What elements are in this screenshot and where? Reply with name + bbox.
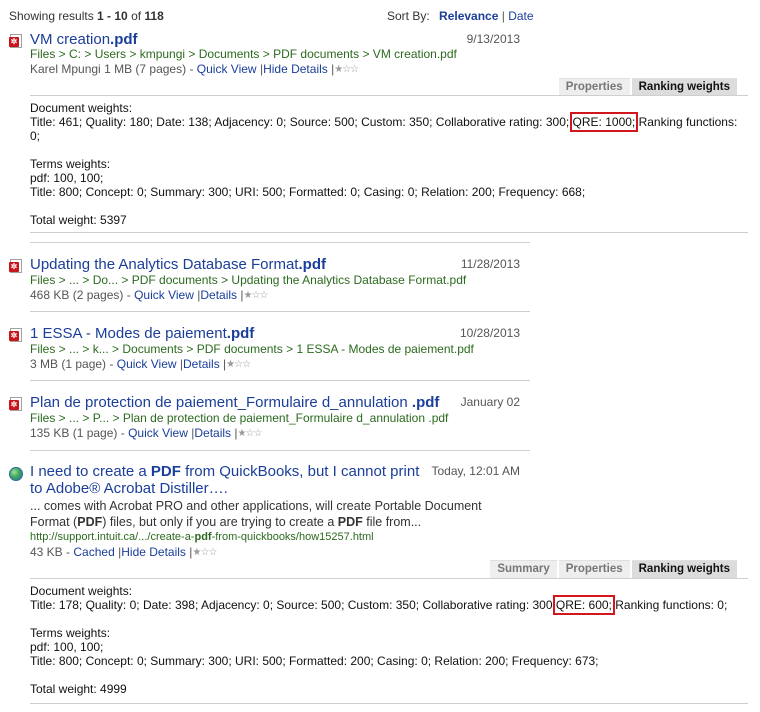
star-rating-icon[interactable]: ★☆☆ xyxy=(192,546,217,560)
result-path: Files > C: > Users > kmpungi > Documents… xyxy=(30,47,457,61)
result-title-link[interactable]: 1 ESSA - Modes de paiement.pdf xyxy=(30,325,254,342)
qre-weight: QRE: 1000; xyxy=(569,112,639,132)
result-meta: 468 KB (2 pages) - Quick View |Details |… xyxy=(30,288,269,303)
ranking-weights-panel: Document weights: Title: 178; Quality: 0… xyxy=(30,584,745,696)
details-link[interactable]: Details xyxy=(194,426,231,440)
terms-weights-label: Terms weights: xyxy=(30,157,111,171)
result-title-link[interactable]: Plan de protection de paiement_Formulair… xyxy=(30,394,439,411)
search-result: ✲ 1 ESSA - Modes de paiement.pdf 10/28/2… xyxy=(9,325,749,375)
star-rating-icon[interactable]: ★☆☆ xyxy=(226,358,251,372)
result-date: Today, 12:01 AM xyxy=(431,464,521,478)
result-url[interactable]: http://support.intuit.ca/.../create-a-pd… xyxy=(30,530,374,544)
result-date: January 02 xyxy=(460,395,520,409)
result-divider xyxy=(30,311,530,312)
pdf-file-icon: ✲ xyxy=(9,259,23,274)
result-title-link[interactable]: Updating the Analytics Database Format.p… xyxy=(30,256,326,273)
tab-properties[interactable]: Properties xyxy=(558,560,630,578)
result-divider xyxy=(30,703,748,704)
details-link[interactable]: Details xyxy=(183,357,220,371)
tab-underline xyxy=(30,95,748,96)
hide-details-link[interactable]: Hide Details xyxy=(121,545,186,559)
tab-summary[interactable]: Summary xyxy=(490,560,557,578)
result-path: Files > ... > k... > Documents > PDF doc… xyxy=(30,342,474,356)
result-divider xyxy=(30,450,530,451)
pdf-file-icon: ✲ xyxy=(9,34,23,49)
total-weight: Total weight: 5397 xyxy=(30,213,127,227)
total-weight: Total weight: 4999 xyxy=(30,682,127,696)
result-divider xyxy=(30,242,530,243)
sort-by: Sort By: Relevance | Date xyxy=(387,9,534,23)
qre-weight: QRE: 600; xyxy=(552,595,615,615)
results-count: Showing results 1 - 10 of 118 xyxy=(9,9,164,23)
search-result: ✲ Plan de protection de paiement_Formula… xyxy=(9,394,749,444)
star-rating-icon[interactable]: ★☆☆ xyxy=(244,289,269,303)
star-rating-icon[interactable]: ★☆☆ xyxy=(238,427,263,441)
result-path: Files > ... > Do... > PDF documents > Up… xyxy=(30,273,467,287)
tab-properties[interactable]: Properties xyxy=(558,78,630,96)
terms-weights-label: Terms weights: xyxy=(30,626,111,640)
cached-link[interactable]: Cached xyxy=(73,545,114,559)
star-rating-icon[interactable]: ★☆☆ xyxy=(334,63,359,77)
results-header: Showing results 1 - 10 of 118 Sort By: R… xyxy=(9,9,749,25)
sort-relevance-link[interactable]: Relevance xyxy=(439,9,498,23)
result-meta: 135 KB (1 page) - Quick View |Details |★… xyxy=(30,426,263,441)
quick-view-link[interactable]: Quick View xyxy=(134,288,194,302)
search-result: I need to create a PDF from QuickBooks, … xyxy=(9,463,749,578)
tab-ranking-weights[interactable]: Ranking weights xyxy=(631,78,737,96)
ranking-weights-panel: Document weights: Title: 461; Quality: 1… xyxy=(30,101,745,227)
web-page-icon xyxy=(9,467,23,481)
pdf-file-icon: ✲ xyxy=(9,397,23,412)
sort-date-link[interactable]: Date xyxy=(508,9,533,23)
doc-weights-label: Document weights: xyxy=(30,101,133,115)
result-date: 10/28/2013 xyxy=(459,326,520,340)
sort-label: Sort By: xyxy=(387,9,430,23)
doc-weights-values: Title: 461; Quality: 180; Date: 138; Adj… xyxy=(30,112,738,132)
quick-view-link[interactable]: Quick View xyxy=(117,357,177,371)
result-path: Files > ... > P... > Plan de protection … xyxy=(30,411,449,425)
result-divider xyxy=(30,380,530,381)
result-meta: Karel Mpungi 1 MB (7 pages) - Quick View… xyxy=(30,62,359,77)
result-snippet: ... comes with Acrobat PRO and other app… xyxy=(30,499,482,529)
result-date: 11/28/2013 xyxy=(460,257,520,271)
doc-weights-label: Document weights: xyxy=(30,584,133,598)
quick-view-link[interactable]: Quick View xyxy=(128,426,188,440)
tab-ranking-weights[interactable]: Ranking weights xyxy=(631,560,737,578)
doc-weights-values: Title: 178; Quality: 0; Date: 398; Adjac… xyxy=(30,595,728,615)
search-result: ✲ Updating the Analytics Database Format… xyxy=(9,256,749,306)
hide-details-link[interactable]: Hide Details xyxy=(263,62,328,76)
quick-view-link[interactable]: Quick View xyxy=(197,62,257,76)
result-divider xyxy=(30,232,748,233)
details-tabs: Properties Ranking weights xyxy=(557,78,737,96)
result-meta: 43 KB - Cached |Hide Details |★☆☆ xyxy=(30,545,217,560)
details-link[interactable]: Details xyxy=(200,288,237,302)
tab-underline xyxy=(30,578,748,579)
result-title-link[interactable]: VM creation.pdf xyxy=(30,31,138,48)
pdf-file-icon: ✲ xyxy=(9,328,23,343)
result-title-link[interactable]: I need to create a PDF from QuickBooks, … xyxy=(30,463,430,497)
result-meta: 3 MB (1 page) - Quick View |Details |★☆☆ xyxy=(30,357,251,372)
details-tabs: Summary Properties Ranking weights xyxy=(488,560,737,578)
result-date: 9/13/2013 xyxy=(466,32,520,46)
